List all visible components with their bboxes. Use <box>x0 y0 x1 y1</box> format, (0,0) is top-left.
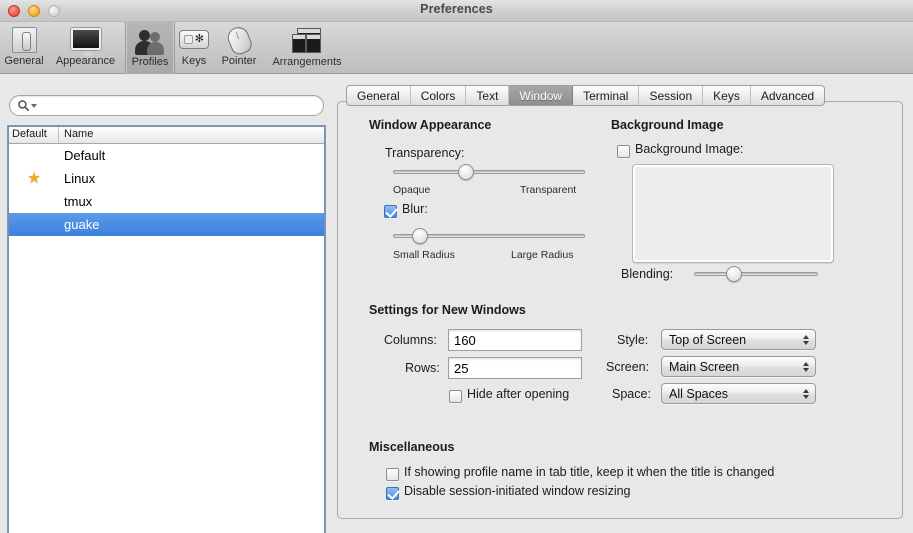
stepper-arrows-icon <box>803 334 809 345</box>
toolbar-item-arrangements[interactable]: Arrangements <box>265 22 349 74</box>
people-icon <box>134 27 166 55</box>
preferences-window: Preferences General Appearance Profiles … <box>0 0 913 533</box>
toolbar-label-arrangements: Arrangements <box>272 56 342 68</box>
rows-field[interactable] <box>448 357 582 379</box>
keep-tab-title-checkbox[interactable] <box>386 468 399 481</box>
profiles-sidebar: Default Name Default ★ Linux tmux guake <box>0 74 334 533</box>
profiles-table[interactable]: Default Name Default ★ Linux tmux guake <box>8 126 325 533</box>
title-bar: Preferences <box>0 0 913 22</box>
background-image-checkbox[interactable] <box>617 145 630 158</box>
blending-slider[interactable] <box>694 266 818 282</box>
table-row[interactable]: Default <box>9 144 324 167</box>
disable-resizing-checkbox[interactable] <box>386 487 399 500</box>
screen-value: Main Screen <box>669 359 740 374</box>
rows-input[interactable] <box>449 360 581 376</box>
background-image-well[interactable] <box>632 164 834 263</box>
style-label: Style: <box>617 333 649 347</box>
section-title-settings-new-windows: Settings for New Windows <box>369 303 526 317</box>
row-name: Default <box>64 148 106 163</box>
transparency-min-label: Opaque <box>393 184 431 196</box>
style-popup[interactable]: Top of Screen <box>661 329 816 350</box>
hide-after-opening-label: Hide after opening <box>467 387 570 401</box>
table-row[interactable]: ★ Linux <box>9 167 324 190</box>
search-icon <box>18 100 37 111</box>
columns-field[interactable] <box>448 329 582 351</box>
column-header-name[interactable]: Name <box>59 127 324 143</box>
toolbar: General Appearance Profiles Keys Pointer <box>0 22 913 74</box>
toolbar-label-keys: Keys <box>181 55 207 67</box>
tab-bar: General Colors Text Window Terminal Sess… <box>346 85 826 106</box>
section-title-background-image: Background Image <box>611 118 724 132</box>
disable-resizing-label: Disable session-initiated window resizin… <box>404 484 631 498</box>
blur-min-label: Small Radius <box>393 249 455 261</box>
blending-slider-track[interactable] <box>694 272 818 276</box>
toolbar-item-keys[interactable]: Keys <box>175 22 213 74</box>
toolbar-label-appearance: Appearance <box>55 55 116 67</box>
transparency-label: Transparency: <box>385 146 465 160</box>
windows-stack-icon <box>291 27 323 55</box>
toolbar-label-pointer: Pointer <box>221 55 257 67</box>
profiles-table-header: Default Name <box>9 127 324 144</box>
table-row[interactable]: tmux <box>9 190 324 213</box>
space-popup[interactable]: All Spaces <box>661 383 816 404</box>
tab-view-panel: Window Appearance Transparency: Opaque T… <box>337 101 903 519</box>
columns-label: Columns: <box>384 333 437 347</box>
columns-input[interactable] <box>449 332 581 348</box>
search-input[interactable] <box>41 99 306 112</box>
transparency-slider-thumb[interactable] <box>457 164 474 180</box>
transparency-slider[interactable] <box>393 164 585 180</box>
row-name: Linux <box>64 171 96 186</box>
tab-text[interactable]: Text <box>466 86 510 105</box>
blur-slider[interactable] <box>393 228 585 244</box>
hide-after-opening-checkbox[interactable] <box>449 390 462 403</box>
blur-max-label: Large Radius <box>511 249 574 261</box>
column-header-default[interactable]: Default <box>9 127 59 143</box>
row-name: tmux <box>64 194 93 209</box>
space-label: Space: <box>612 387 651 401</box>
tab-general[interactable]: General <box>347 86 411 105</box>
transparency-max-label: Transparent <box>520 184 577 196</box>
toolbar-label-profiles: Profiles <box>131 56 169 68</box>
toolbar-item-general[interactable]: General <box>2 22 46 74</box>
section-title-miscellaneous: Miscellaneous <box>369 440 455 454</box>
blending-label: Blending: <box>621 267 674 281</box>
blur-checkbox[interactable] <box>384 205 397 218</box>
table-row[interactable]: guake <box>9 213 324 236</box>
mouse-icon <box>223 24 255 57</box>
blur-slider-thumb[interactable] <box>411 228 428 244</box>
screen-label: Screen: <box>606 360 650 374</box>
tab-window[interactable]: Window <box>509 86 574 105</box>
toolbar-item-profiles[interactable]: Profiles <box>125 22 175 74</box>
general-icon <box>8 25 40 54</box>
tab-advanced[interactable]: Advanced <box>751 86 824 105</box>
tab-session[interactable]: Session <box>639 86 704 105</box>
section-title-window-appearance: Window Appearance <box>369 118 492 132</box>
screen-popup[interactable]: Main Screen <box>661 356 816 377</box>
toolbar-item-appearance[interactable]: Appearance <box>46 22 125 74</box>
keep-tab-title-label: If showing profile name in tab title, ke… <box>404 465 775 479</box>
keycap-icon <box>178 25 210 54</box>
stepper-arrows-icon <box>803 388 809 399</box>
transparency-slider-track[interactable] <box>393 170 585 174</box>
blending-slider-thumb[interactable] <box>725 266 742 282</box>
row-default-marker: ★ <box>9 169 59 187</box>
monitor-icon <box>70 25 102 56</box>
blur-label: Blur: <box>402 202 428 216</box>
stepper-arrows-icon <box>803 361 809 372</box>
row-name: guake <box>64 217 100 232</box>
window-title: Preferences <box>420 2 493 16</box>
background-image-label: Background Image: <box>635 142 744 156</box>
star-icon: ★ <box>26 169 42 187</box>
toolbar-label-general: General <box>4 55 44 67</box>
rows-label: Rows: <box>405 361 440 375</box>
toolbar-item-pointer[interactable]: Pointer <box>213 22 265 74</box>
tab-colors[interactable]: Colors <box>411 86 467 105</box>
tab-keys[interactable]: Keys <box>703 86 751 105</box>
search-menu-chevron-icon[interactable] <box>31 103 37 108</box>
space-value: All Spaces <box>669 386 729 401</box>
style-value: Top of Screen <box>669 332 747 347</box>
tab-terminal[interactable]: Terminal <box>573 86 640 105</box>
search-field[interactable] <box>9 95 324 116</box>
